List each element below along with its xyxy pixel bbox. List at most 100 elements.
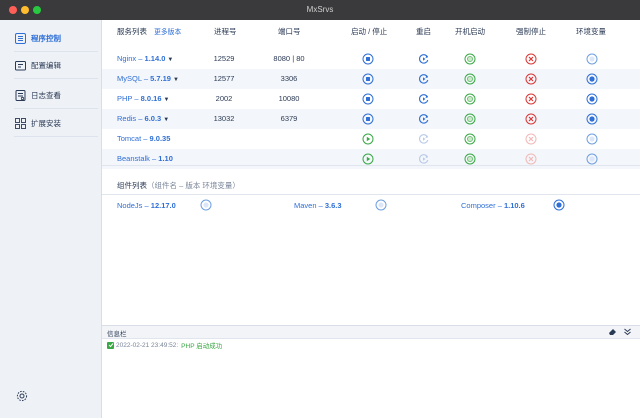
component-env-toggle-composer[interactable]	[553, 199, 565, 211]
stop-icon[interactable]	[362, 93, 374, 105]
info-panel-tools	[608, 327, 632, 338]
force-stop-icon[interactable]	[525, 53, 537, 65]
service-name[interactable]: Tomcat – 9.0.35	[117, 134, 170, 143]
stop-icon[interactable]	[362, 73, 374, 85]
env-toggle-icon[interactable]	[586, 53, 598, 65]
component-env-toggle-maven[interactable]	[375, 199, 387, 211]
sidebar-item-label: 扩展安装	[31, 118, 61, 128]
service-name-text: Nginx	[117, 54, 137, 63]
sidebar-item-config-edit[interactable]: 配置编辑	[14, 56, 98, 74]
chevron-down-icon[interactable]: ▼	[163, 117, 169, 123]
service-version: 5.7.19	[150, 74, 171, 83]
force-stop-icon[interactable]	[525, 113, 537, 125]
autostart-toggle-icon[interactable]	[464, 53, 476, 65]
force-stop-icon[interactable]	[525, 93, 537, 105]
service-row-nginx: Nginx – 1.14.0 ▼ 12529 8080 | 80	[102, 49, 640, 69]
header-port: 端口号	[278, 27, 301, 36]
force-stop-icon[interactable]	[525, 73, 537, 85]
service-row-tomcat: Tomcat – 9.0.35	[102, 129, 640, 149]
stop-icon[interactable]	[362, 113, 374, 125]
service-row-redis: Redis – 6.0.3 ▼ 13032 6379	[102, 109, 640, 129]
play-icon[interactable]	[362, 133, 374, 145]
autostart-toggle-icon[interactable]	[464, 153, 476, 165]
success-check-icon	[107, 341, 114, 349]
restart-icon[interactable]	[418, 93, 430, 105]
window-title: MxSrvs	[306, 5, 334, 14]
service-name-text: Redis	[117, 114, 137, 123]
restart-icon	[418, 133, 430, 145]
info-panel-label: 信息栏	[107, 331, 127, 338]
play-icon[interactable]	[362, 153, 374, 165]
section-divider	[102, 165, 640, 166]
service-name[interactable]: Redis – 6.0.3 ▼	[117, 114, 169, 123]
service-name-text: PHP	[117, 94, 133, 103]
env-toggle-icon[interactable]	[586, 113, 598, 125]
service-pid: 2002	[215, 94, 233, 103]
list-icon	[14, 32, 26, 44]
autostart-toggle-icon[interactable]	[464, 113, 476, 125]
restart-icon[interactable]	[418, 53, 430, 65]
sidebar-item-extensions[interactable]: 扩展安装	[14, 114, 98, 132]
header-pid: 进程号	[214, 27, 237, 36]
chevron-down-icon[interactable]: ▼	[164, 97, 170, 103]
service-name[interactable]: Beanstalk – 1.10	[117, 154, 173, 163]
restart-icon[interactable]	[418, 113, 430, 125]
log-icon	[14, 89, 26, 101]
header-autostart: 开机启动	[455, 27, 485, 36]
main-panel: 服务列表 更多版本 进程号 端口号 启动 / 停止 重启 开机启动 强制停止 环…	[102, 20, 640, 418]
info-panel-header: 信息栏	[102, 326, 640, 339]
force-stop-icon	[525, 153, 537, 165]
service-name-text: MySQL	[117, 74, 142, 83]
component-name: Maven	[294, 201, 317, 210]
service-name-sep: –	[141, 134, 150, 143]
sidebar: 程序控制 配置编辑 日志查看 扩展安装	[0, 20, 102, 418]
component-env-toggle-nodejs[interactable]	[200, 199, 212, 211]
sidebar-divider	[14, 108, 98, 109]
chevron-down-icon[interactable]: ▼	[173, 77, 179, 83]
component-version: 3.6.3	[324, 201, 342, 210]
sidebar-divider	[14, 136, 98, 137]
autostart-toggle-icon[interactable]	[464, 93, 476, 105]
stop-icon[interactable]	[362, 53, 374, 65]
header-name-label: 服务列表	[117, 27, 147, 36]
component-nodejs: NodeJs – 12.17.0	[117, 201, 176, 210]
service-version: 8.0.16	[140, 94, 162, 103]
autostart-toggle-icon[interactable]	[464, 73, 476, 85]
log-timestamp: 2022-02-21 23:49:52:	[116, 341, 179, 349]
env-toggle-icon[interactable]	[586, 133, 598, 145]
restart-icon[interactable]	[418, 73, 430, 85]
sidebar-item-label: 配置编辑	[31, 60, 61, 70]
chevron-down-icon[interactable]: ▼	[167, 57, 173, 63]
component-list-title: 组件列表（组件名 – 版本 环境变量）	[117, 180, 240, 191]
eraser-icon[interactable]	[608, 327, 617, 338]
service-port: 8080 | 80	[273, 54, 305, 63]
service-pid: 12529	[213, 54, 235, 63]
header-start-stop: 启动 / 停止	[351, 27, 388, 36]
component-maven: Maven – 3.6.3	[294, 201, 342, 210]
service-name-text: Beanstalk	[117, 154, 150, 163]
service-name-sep: –	[136, 54, 145, 63]
service-name[interactable]: Nginx – 1.14.0 ▼	[117, 54, 173, 63]
more-versions-link[interactable]: 更多版本	[154, 29, 181, 36]
service-port: 6379	[280, 114, 298, 123]
section-divider	[102, 194, 640, 195]
sidebar-item-label: 程序控制	[31, 33, 61, 43]
service-row-beanstalk: Beanstalk – 1.10	[102, 149, 640, 169]
service-name[interactable]: PHP – 8.0.16 ▼	[117, 94, 169, 103]
component-name: Composer	[461, 201, 496, 210]
collapse-chevron-icon[interactable]	[623, 327, 632, 338]
service-name[interactable]: MySQL – 5.7.19 ▼	[117, 74, 179, 83]
config-icon	[14, 59, 26, 71]
autostart-toggle-icon[interactable]	[464, 133, 476, 145]
env-toggle-icon[interactable]	[586, 73, 598, 85]
extension-icon	[14, 117, 26, 129]
service-version: 6.0.3	[144, 114, 162, 123]
gear-icon[interactable]	[16, 390, 28, 402]
env-toggle-icon[interactable]	[586, 93, 598, 105]
component-sep: –	[142, 201, 151, 210]
sidebar-item-program-control[interactable]: 程序控制	[14, 29, 98, 47]
env-toggle-icon[interactable]	[586, 153, 598, 165]
service-row-mysql: MySQL – 5.7.19 ▼ 12577 3306	[102, 69, 640, 89]
title-bar: MxSrvs	[0, 0, 640, 20]
sidebar-item-log-view[interactable]: 日志查看	[14, 86, 98, 104]
